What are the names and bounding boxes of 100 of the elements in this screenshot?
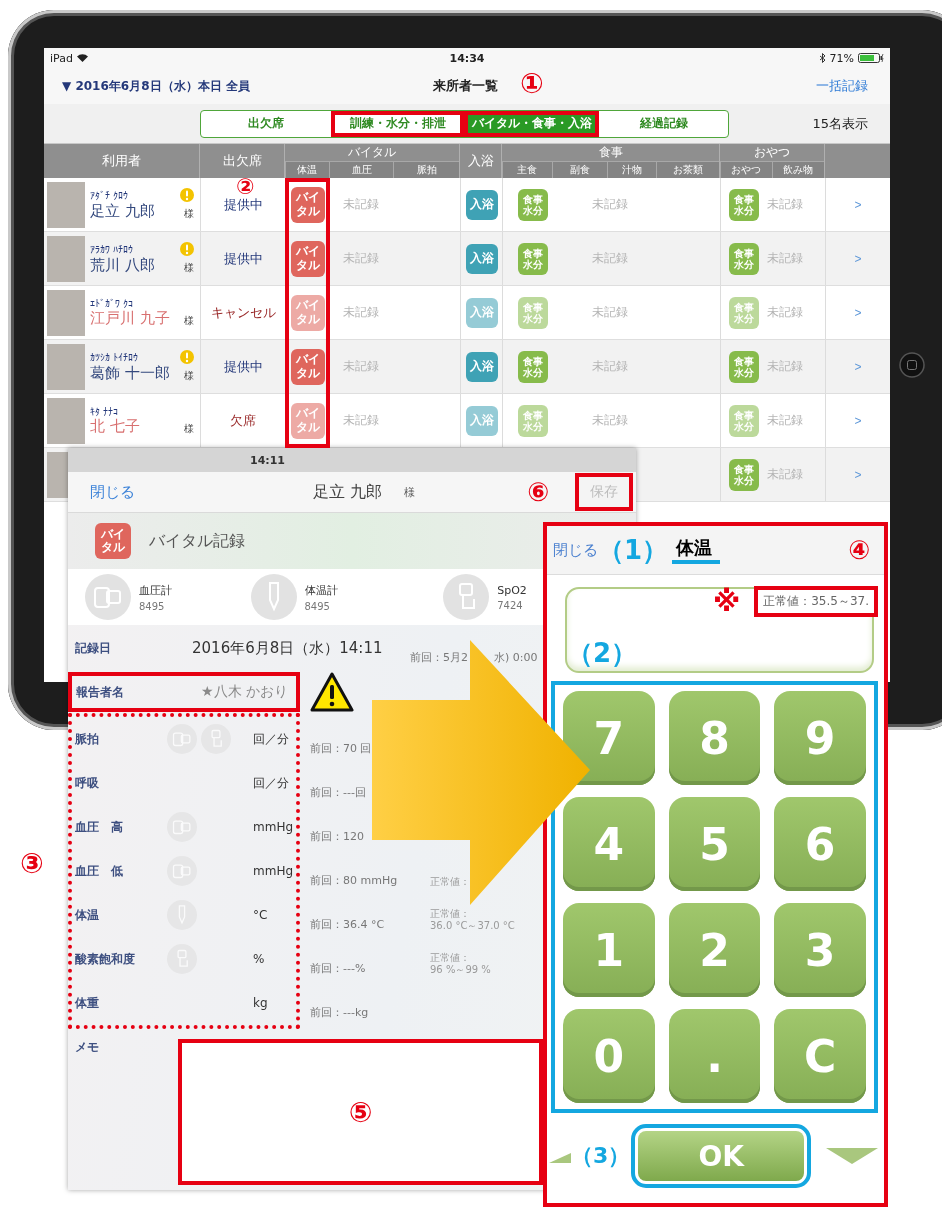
annotation-number: ③ bbox=[20, 850, 44, 878]
snack-button[interactable]: 食事水分 bbox=[728, 242, 759, 275]
normal-range: 正常値： bbox=[430, 876, 470, 888]
name-reading: ｶﾂｼｶ ﾄｲﾁﾛｳ bbox=[90, 351, 139, 363]
resident-name: 足立 九郎 bbox=[313, 481, 383, 503]
normal-range: 正常値： bbox=[430, 908, 471, 920]
keypad-key[interactable]: 1 bbox=[563, 903, 655, 997]
vital-label: 酸素飽和度 bbox=[75, 950, 136, 968]
previous-value: 前回：---% bbox=[310, 961, 367, 976]
reporter-field[interactable]: 報告者名 ★八木 かおり bbox=[68, 672, 300, 712]
record-status: 未記録 bbox=[767, 304, 803, 321]
date-filter[interactable]: ▼ 2016年6月8日（水）本日 全員 bbox=[62, 77, 250, 95]
meal-button[interactable]: 食事水分 bbox=[517, 242, 548, 275]
detail-chevron[interactable]: > bbox=[854, 251, 862, 266]
vital-button[interactable]: バイタル bbox=[290, 294, 325, 331]
warning-icon bbox=[310, 672, 354, 712]
column-subheader: お茶類 bbox=[656, 161, 719, 178]
keypad-key[interactable]: 0 bbox=[563, 1009, 655, 1103]
bath-button[interactable]: 入浴 bbox=[465, 297, 498, 328]
home-button[interactable] bbox=[899, 352, 925, 378]
detail-chevron[interactable]: > bbox=[854, 197, 862, 212]
snack-button[interactable]: 食事水分 bbox=[728, 404, 759, 437]
keypad-key[interactable]: 6 bbox=[774, 797, 866, 891]
vital-unit: kg bbox=[253, 996, 269, 1010]
detail-chevron[interactable]: > bbox=[854, 413, 862, 428]
bath-button[interactable]: 入浴 bbox=[465, 405, 498, 436]
vital-unit: 回／分 bbox=[253, 774, 290, 792]
keypad-key[interactable]: C bbox=[774, 1009, 866, 1103]
memo-field[interactable]: ⑤ bbox=[178, 1039, 543, 1185]
keypad-key[interactable]: 4 bbox=[563, 797, 655, 891]
attendance-status[interactable]: 提供中 bbox=[223, 195, 263, 214]
keypad-key[interactable]: . bbox=[668, 1009, 761, 1103]
snack-button[interactable]: 食事水分 bbox=[728, 458, 759, 491]
device-name: SpO2 bbox=[497, 583, 527, 597]
previous-value: 前回：80 mmHg bbox=[310, 873, 399, 888]
previous-value: 前回：---kg bbox=[310, 1005, 370, 1020]
bulk-record-link[interactable]: 一括記録 bbox=[816, 77, 868, 95]
resident-name[interactable]: 江戸川 九子 bbox=[90, 308, 170, 328]
keypad-key[interactable]: 3 bbox=[774, 903, 866, 997]
name-reading: ｱﾗｶﾜ ﾊﾁﾛｳ bbox=[90, 243, 134, 255]
record-status: 未記録 bbox=[767, 412, 803, 429]
column-header: 出欠席 bbox=[221, 152, 263, 170]
keypad-key[interactable]: 8 bbox=[668, 691, 761, 785]
detail-chevron[interactable]: > bbox=[854, 359, 862, 374]
attendance-status[interactable]: 欠席 bbox=[230, 411, 256, 430]
keypad-key[interactable]: 7 bbox=[563, 691, 655, 785]
keypad-key[interactable]: 5 bbox=[668, 797, 761, 891]
snack-button[interactable]: 食事水分 bbox=[728, 188, 759, 221]
meal-button[interactable]: 食事水分 bbox=[517, 188, 548, 221]
device-name: 血圧計 bbox=[139, 582, 172, 598]
meal-button[interactable]: 食事水分 bbox=[517, 404, 548, 437]
attendance-status[interactable]: 提供中 bbox=[223, 357, 263, 376]
down-triangle-icon[interactable] bbox=[826, 1148, 878, 1164]
bath-button[interactable]: 入浴 bbox=[465, 189, 498, 220]
resident-name[interactable]: 北 七子 bbox=[90, 416, 140, 436]
bath-button[interactable]: 入浴 bbox=[465, 243, 498, 274]
keypad-key[interactable]: 2 bbox=[668, 903, 761, 997]
resident-name[interactable]: 葛飾 十一郎 bbox=[90, 364, 170, 383]
attendance-status[interactable]: 提供中 bbox=[223, 249, 263, 268]
meal-button[interactable]: 食事水分 bbox=[517, 350, 548, 383]
vital-badge: バイタル bbox=[95, 523, 131, 559]
vital-label: 血圧 低 bbox=[75, 862, 124, 880]
detail-chevron[interactable]: > bbox=[854, 467, 862, 482]
meal-button[interactable]: 食事水分 bbox=[517, 296, 548, 329]
previous-value: 前回：70 回 bbox=[310, 741, 373, 756]
close-link[interactable]: 閉じる bbox=[90, 482, 135, 502]
segment-tab[interactable]: 経過記録 bbox=[599, 110, 728, 137]
record-date: 2016年6月8日（水）14:11 bbox=[192, 638, 384, 658]
vital-label: 呼吸 bbox=[75, 774, 100, 792]
annotation-label: （3） bbox=[571, 1142, 631, 1170]
segment-tab[interactable]: 出欠席 bbox=[201, 110, 331, 137]
display-count: 15名表示 bbox=[812, 114, 868, 133]
vital-button[interactable]: バイタル bbox=[290, 402, 325, 439]
column-subheader: おやつ bbox=[720, 161, 772, 178]
snack-button[interactable]: 食事水分 bbox=[728, 296, 759, 329]
keypad-key[interactable]: 9 bbox=[774, 691, 866, 785]
bath-button[interactable]: 入浴 bbox=[465, 351, 498, 382]
annotation-label: （1） bbox=[598, 533, 669, 567]
column-subheader: 主食 bbox=[502, 161, 552, 178]
previous-value: 前回：36.4 °C bbox=[310, 917, 386, 932]
name-reading: ｱﾀﾞﾁ ｸﾛｳ bbox=[90, 189, 129, 201]
vital-button[interactable]: バイタル bbox=[290, 240, 325, 277]
vital-button[interactable]: バイタル bbox=[290, 186, 325, 223]
attendance-status[interactable]: キャンセル bbox=[210, 303, 276, 322]
record-status: 未記録 bbox=[343, 412, 379, 429]
previous-value: 前回：120 bbox=[310, 829, 365, 844]
annotation-number: ② bbox=[236, 176, 255, 198]
segment-tab[interactable]: バイタル・食事・入浴 bbox=[464, 110, 599, 137]
photo-placeholder bbox=[47, 397, 85, 444]
normal-range: 正常値：35.5～37. bbox=[754, 586, 878, 617]
segment-tab[interactable]: 訓練・水分・排泄 bbox=[331, 110, 464, 137]
panel-title: バイタル記録 bbox=[149, 530, 245, 552]
resident-name[interactable]: 足立 九郎 bbox=[90, 202, 155, 221]
snack-button[interactable]: 食事水分 bbox=[728, 350, 759, 383]
vital-label: 体重 bbox=[75, 994, 100, 1012]
vital-button[interactable]: バイタル bbox=[290, 348, 325, 385]
close-link[interactable]: 閉じる bbox=[553, 540, 598, 560]
vital-label: 脈拍 bbox=[75, 730, 100, 748]
detail-chevron[interactable]: > bbox=[854, 305, 862, 320]
resident-name[interactable]: 荒川 八郎 bbox=[90, 256, 155, 275]
